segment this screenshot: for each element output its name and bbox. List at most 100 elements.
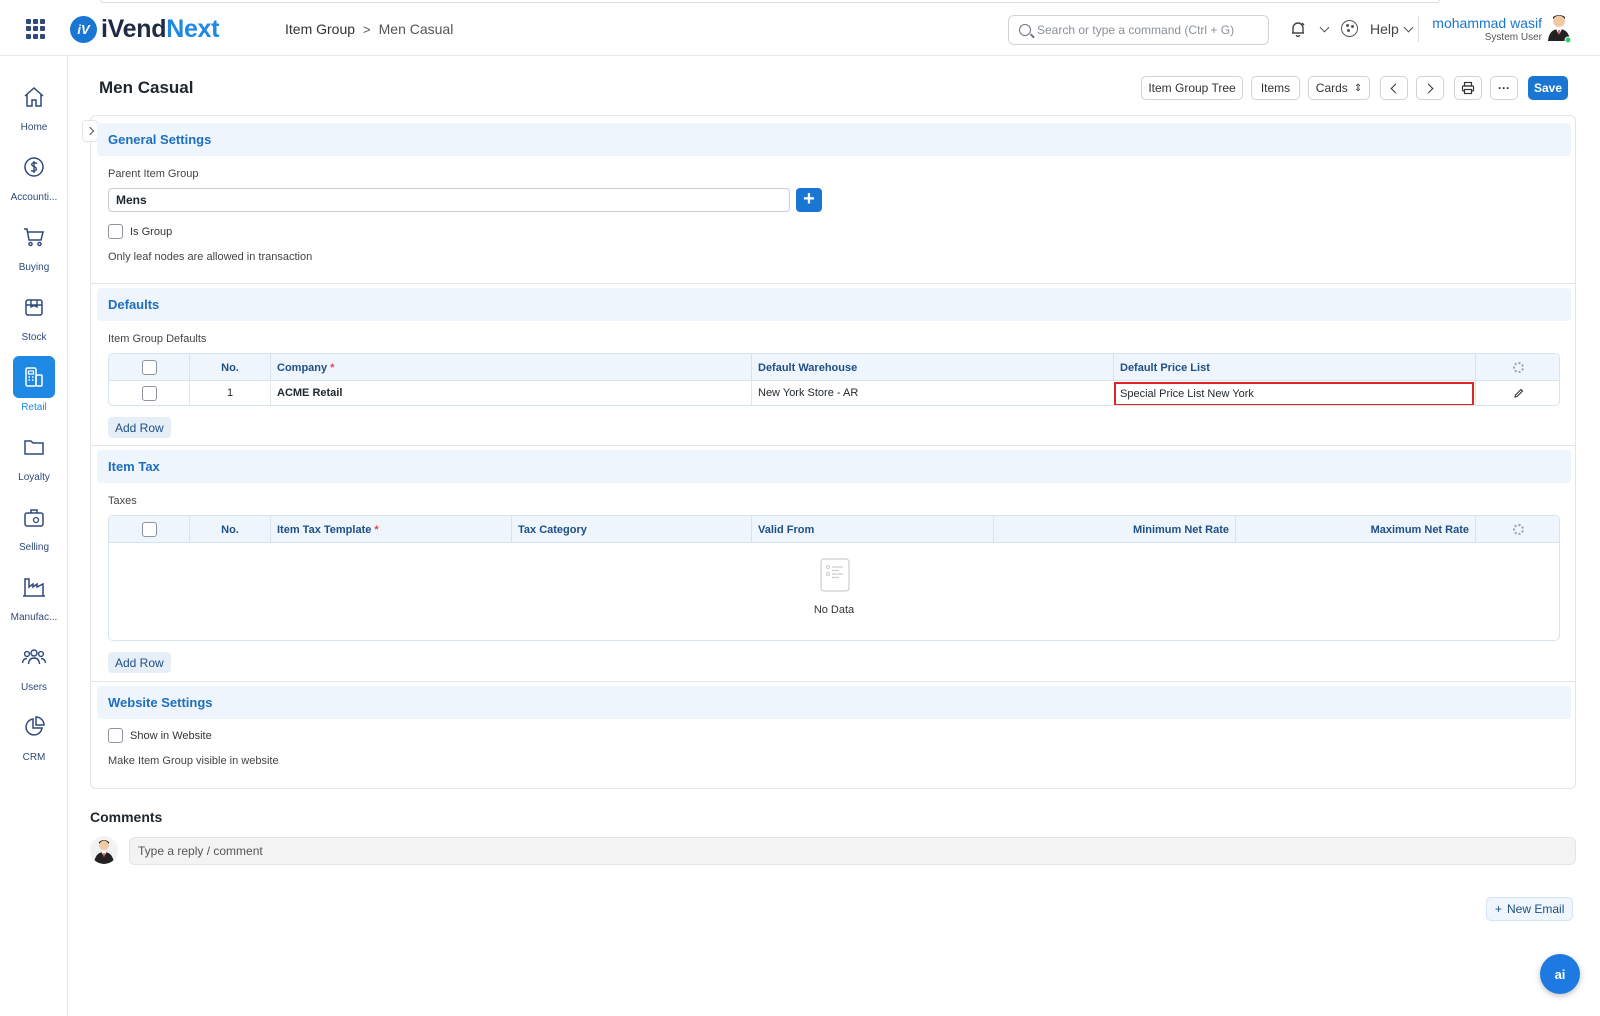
item-group-tree-button[interactable]: Item Group Tree [1141, 76, 1243, 100]
table-row[interactable]: 1 ACME Retail New York Store - AR Specia… [109, 381, 1559, 405]
print-button[interactable] [1454, 76, 1482, 100]
app-grid-icon[interactable] [26, 19, 46, 39]
table-header: No. Item Tax Template * Tax Category Vali… [109, 516, 1559, 543]
sidebar-item-label: Accounti... [10, 192, 58, 203]
default-price-list-cell[interactable]: Special Price List New York [1114, 382, 1474, 405]
parent-item-group-field[interactable]: Mens [108, 188, 790, 212]
column-no: No. [189, 516, 270, 543]
column-item-tax-template: Item Tax Template * [270, 516, 511, 543]
sidebar-item-manufacturing[interactable]: Manufac... [0, 566, 68, 623]
breadcrumb-current[interactable]: Men Casual [379, 21, 454, 37]
page-title: Men Casual [99, 78, 194, 97]
ai-assistant-button[interactable]: ai [1540, 954, 1580, 994]
table-header: No. Company * Default Warehouse Default P… [109, 354, 1559, 381]
save-button[interactable]: Save [1528, 76, 1568, 100]
show-in-website-checkbox[interactable] [108, 728, 123, 743]
theme-palette-icon[interactable] [1341, 20, 1358, 37]
help-menu[interactable]: Help [1370, 21, 1399, 37]
sidebar-item-buying[interactable]: Buying [0, 216, 68, 273]
home-icon [13, 76, 55, 118]
next-record-button[interactable] [1416, 76, 1444, 100]
sidebar-item-retail[interactable]: Retail [0, 356, 68, 413]
sidebar-item-label: Selling [18, 542, 50, 553]
cards-dropdown[interactable]: Cards ⇕ [1308, 76, 1370, 100]
sidebar-toggle-button[interactable] [82, 120, 98, 142]
section-divider [91, 445, 1575, 446]
sidebar-item-label: Home [20, 122, 48, 133]
sidebar-item-label: Retail [21, 402, 47, 413]
sidebar-item-accounting[interactable]: Accounti... [0, 146, 68, 203]
more-actions-button[interactable]: ··· [1490, 76, 1518, 100]
sidebar-item-label: CRM [22, 752, 46, 763]
help-chevron-down-icon[interactable] [1403, 22, 1414, 33]
sidebar-item-loyalty[interactable]: Loyalty [0, 426, 68, 483]
sidebar-item-selling[interactable]: Selling [0, 496, 68, 553]
row-checkbox[interactable] [141, 385, 157, 401]
sidebar-item-crm[interactable]: CRM [0, 706, 68, 763]
updown-caret-icon: ⇕ [1353, 82, 1363, 94]
search-input[interactable]: Search or type a command (Ctrl + G) [1008, 15, 1269, 45]
section-website-settings[interactable]: Website Settings [97, 686, 1571, 719]
column-maximum-net-rate: Maximum Net Rate [1235, 516, 1475, 543]
column-default-warehouse: Default Warehouse [751, 354, 1113, 381]
section-divider [91, 283, 1575, 284]
column-minimum-net-rate: Minimum Net Rate [993, 516, 1235, 543]
box-icon [13, 286, 55, 328]
company-cell[interactable]: ACME Retail [270, 381, 751, 405]
previous-record-button[interactable] [1380, 76, 1408, 100]
defaults-add-row-button[interactable]: Add Row [108, 417, 171, 438]
sidebar-item-label: Stock [21, 332, 47, 343]
section-item-tax[interactable]: Item Tax [97, 450, 1571, 483]
comment-avatar [90, 836, 118, 864]
pos-icon [13, 356, 55, 398]
select-all-cell [109, 516, 189, 543]
item-group-defaults-table: No. Company * Default Warehouse Default P… [108, 353, 1560, 406]
empty-list-icon [820, 558, 850, 592]
search-icon [1019, 24, 1031, 36]
top-navbar: iV iVendNext Item Group > Men Casual Sea… [0, 0, 1600, 56]
section-general-settings[interactable]: General Settings [97, 123, 1571, 156]
logo-mark-icon: iV [70, 15, 97, 43]
comments-title: Comments [90, 809, 163, 825]
sidebar-item-label: Users [20, 682, 48, 693]
is-group-checkbox[interactable] [108, 224, 123, 239]
taxes-add-row-button[interactable]: Add Row [108, 652, 171, 673]
user-avatar[interactable] [1546, 13, 1572, 43]
select-all-checkbox[interactable] [141, 522, 157, 537]
user-role: System User [1484, 32, 1542, 43]
column-default-price-list: Default Price List [1113, 354, 1475, 381]
sidebar-item-stock[interactable]: Stock [0, 286, 68, 343]
no-data-text: No Data [813, 604, 855, 616]
column-valid-from: Valid From [751, 516, 993, 543]
chevron-left-icon [1390, 83, 1401, 93]
edit-row-button[interactable] [1475, 381, 1559, 405]
plus-icon: + [1495, 902, 1503, 916]
show-in-website-help-text: Make Item Group visible in website [108, 755, 279, 767]
sidebar-item-home[interactable]: Home [0, 76, 68, 133]
new-email-button[interactable]: + New Email [1486, 897, 1574, 921]
select-all-checkbox[interactable] [141, 360, 157, 375]
sidebar: Home Accounti... Buying Stock Retail Loy… [0, 56, 68, 1016]
comment-input[interactable]: Type a reply / comment [129, 837, 1576, 865]
gear-icon [1513, 362, 1524, 373]
app-logo[interactable]: iV iVendNext [70, 14, 219, 44]
top-edge-line [100, 0, 1440, 3]
column-company: Company * [270, 354, 751, 381]
column-settings[interactable] [1475, 354, 1559, 381]
column-settings[interactable] [1475, 516, 1559, 543]
items-button[interactable]: Items [1251, 76, 1300, 100]
add-parent-item-group-button[interactable]: + [796, 188, 822, 212]
notification-chevron-down-icon[interactable] [1319, 22, 1330, 33]
chevron-right-icon [1423, 83, 1434, 93]
section-defaults[interactable]: Defaults [97, 288, 1571, 321]
default-warehouse-cell[interactable]: New York Store - AR [751, 381, 1113, 405]
pie-icon [13, 706, 55, 748]
user-name[interactable]: mohammad wasif [1420, 15, 1542, 31]
notification-bell-icon[interactable] [1289, 20, 1307, 38]
plus-icon: + [803, 188, 815, 210]
parent-item-group-label: Parent Item Group [108, 168, 199, 180]
sidebar-item-users[interactable]: Users [0, 636, 68, 693]
is-group-label: Is Group [130, 226, 173, 238]
sidebar-item-label: Buying [18, 262, 50, 273]
breadcrumb-item-group[interactable]: Item Group [285, 21, 355, 37]
